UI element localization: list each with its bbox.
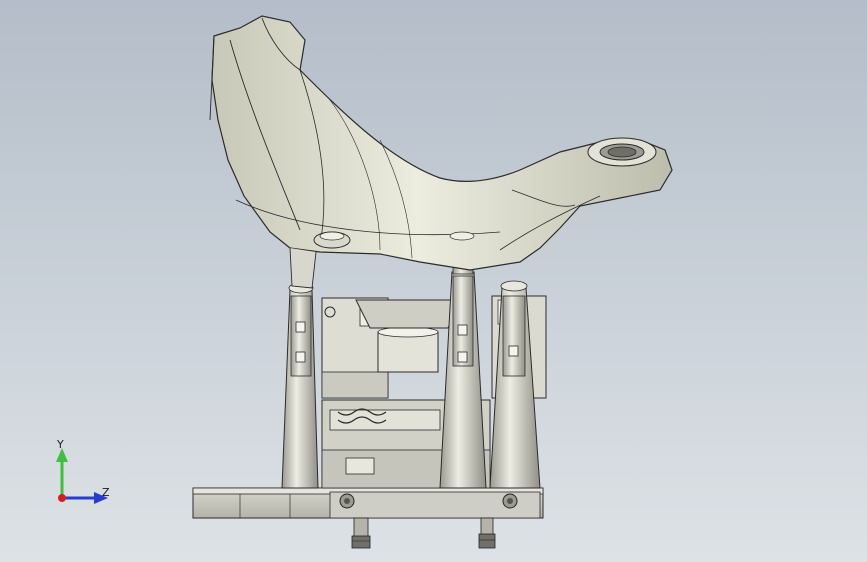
locating-pin-left bbox=[281, 282, 319, 489]
x-axis-dot bbox=[58, 494, 66, 502]
base-plate bbox=[192, 487, 544, 519]
bottom-bolt-right bbox=[478, 517, 496, 549]
coordinate-triad: Y Z bbox=[40, 436, 120, 516]
bottom-bolt-left bbox=[351, 517, 371, 549]
locating-pin-center bbox=[439, 231, 487, 489]
z-axis-label: Z bbox=[102, 486, 110, 499]
knuckle-arm-eye bbox=[587, 137, 657, 167]
y-axis-label: Y bbox=[57, 438, 64, 451]
fixture-assembly-model[interactable] bbox=[0, 0, 867, 562]
triad-axes-icon bbox=[56, 448, 108, 504]
graphics-viewport[interactable]: Y Z bbox=[0, 0, 867, 562]
